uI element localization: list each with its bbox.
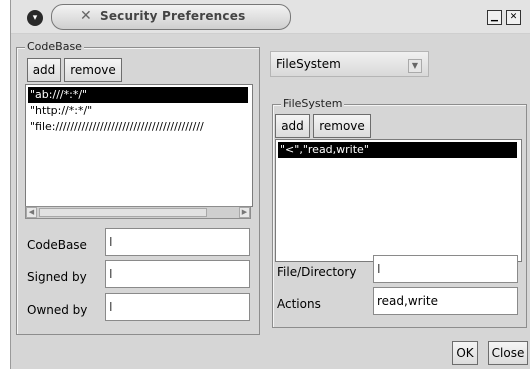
chevron-down-icon[interactable]: ▼ [408, 59, 422, 73]
window-menu-icon[interactable]: ▾ [27, 10, 43, 26]
filesystem-list[interactable]: "<","read,write" [275, 139, 522, 262]
permission-type-value: FileSystem [276, 57, 341, 71]
window-title: Security Preferences [100, 9, 246, 23]
actions-label: Actions [277, 297, 321, 311]
codebase-group-label: CodeBase [25, 40, 84, 53]
codebase-field-label: CodeBase [27, 238, 87, 252]
codebase-list-item[interactable]: "ab:///*:*/" [28, 87, 248, 103]
codebase-remove-button[interactable]: remove [64, 58, 122, 82]
owned-by-input[interactable]: I [105, 293, 250, 321]
scrollbar-thumb[interactable] [39, 208, 207, 217]
title-bar[interactable]: ▾ ✕ Security Preferences ▁ ✕ [11, 0, 530, 34]
codebase-list-item[interactable]: "file://////////////////////////////////… [28, 119, 204, 135]
scroll-right-icon[interactable]: ▶ [239, 207, 250, 218]
text-cursor-icon: I [377, 262, 381, 276]
actions-input[interactable]: read,write [373, 287, 518, 315]
filesystem-group: FileSystem add remove "<","read,write" F… [272, 97, 527, 328]
codebase-group: CodeBase add remove "ab:///*:*/" "http:/… [16, 40, 260, 335]
codebase-horizontal-scrollbar[interactable]: ◀ ▶ [25, 206, 251, 219]
codebase-list[interactable]: "ab:///*:*/" "http://*:*/" "file:///////… [25, 84, 253, 207]
actions-value: read,write [377, 294, 439, 308]
filesystem-group-label: FileSystem [281, 97, 345, 110]
signed-by-label: Signed by [27, 270, 87, 284]
codebase-input[interactable]: I [105, 228, 250, 256]
close-button[interactable]: Close [488, 341, 528, 365]
file-directory-input[interactable]: I [373, 255, 518, 283]
scroll-left-icon[interactable]: ◀ [26, 207, 37, 218]
security-preferences-window: ▾ ✕ Security Preferences ▁ ✕ CodeBase ad… [10, 0, 530, 369]
ok-button[interactable]: OK [452, 341, 478, 365]
filesystem-add-button[interactable]: add [275, 114, 310, 138]
codebase-list-item[interactable]: "http://*:*/" [28, 103, 92, 119]
filesystem-remove-button[interactable]: remove [313, 114, 371, 138]
file-directory-label: File/Directory [277, 265, 357, 279]
owned-by-label: Owned by [27, 303, 88, 317]
text-cursor-icon: I [109, 300, 113, 314]
close-window-button[interactable]: ✕ [506, 10, 521, 25]
title-pill: ✕ Security Preferences [51, 4, 291, 30]
minimize-button[interactable]: ▁ [487, 10, 502, 25]
permission-type-dropdown[interactable]: FileSystem ▼ [270, 51, 429, 77]
text-cursor-icon: I [109, 235, 113, 249]
x-logo-icon: ✕ [80, 8, 92, 24]
codebase-add-button[interactable]: add [27, 58, 61, 82]
text-cursor-icon: I [109, 267, 113, 281]
filesystem-list-item[interactable]: "<","read,write" [278, 142, 517, 158]
signed-by-input[interactable]: I [105, 260, 250, 288]
